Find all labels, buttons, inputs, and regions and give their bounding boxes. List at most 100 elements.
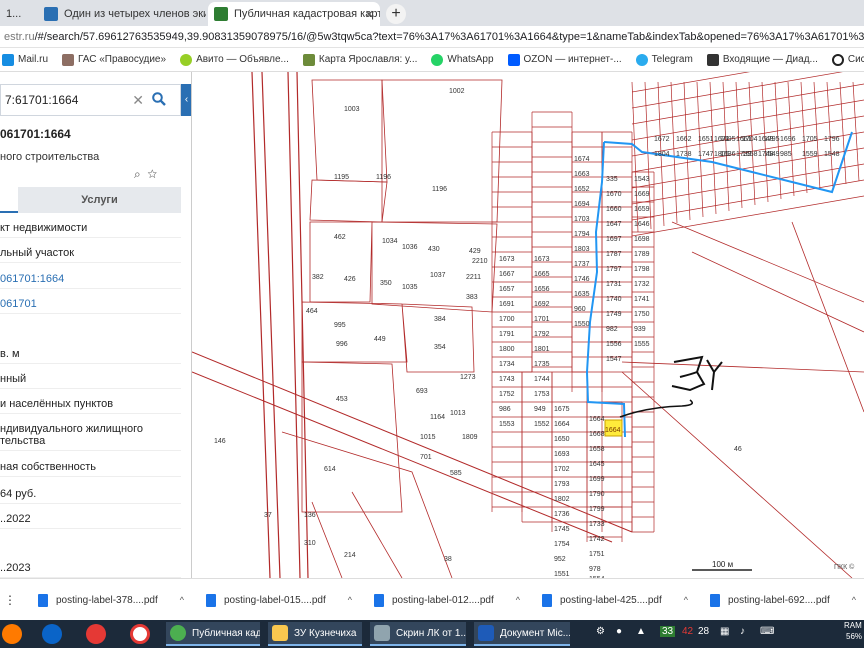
parcel-label: 1732 bbox=[634, 281, 650, 288]
tab-info[interactable] bbox=[0, 187, 18, 213]
parcel-label: 464 bbox=[306, 308, 318, 315]
tray-badge[interactable]: 42 bbox=[682, 626, 693, 637]
bookmark-telegram[interactable]: Telegram bbox=[635, 53, 693, 66]
parcel-label: 1789 bbox=[634, 251, 650, 258]
star-icon[interactable]: ☆ bbox=[147, 167, 157, 181]
parcel-label: 1804 bbox=[654, 151, 670, 158]
tray-badge[interactable]: 33 bbox=[660, 626, 676, 637]
firefox-icon[interactable] bbox=[2, 624, 22, 644]
yandex-icon[interactable] bbox=[86, 624, 106, 644]
cadastral-map[interactable]: 1664 ЗУ 10031002119511961196462103410364… bbox=[192, 72, 864, 578]
parcel-label: 37 bbox=[264, 512, 272, 519]
tray-badge[interactable]: 28 bbox=[698, 626, 709, 637]
tray-icon[interactable]: ● bbox=[616, 626, 622, 637]
diadoc-icon bbox=[706, 53, 719, 66]
parcel-label: 1737 bbox=[574, 261, 590, 268]
explorer-icon[interactable] bbox=[42, 624, 62, 644]
clear-icon[interactable]: ✕ bbox=[132, 85, 144, 115]
tab-services[interactable]: Услуги bbox=[18, 187, 181, 213]
parcel-label: 1555 bbox=[634, 341, 650, 348]
parcel-label: 350 bbox=[380, 280, 392, 287]
search-input[interactable]: 7:61701:1664 ✕ bbox=[0, 84, 181, 116]
parcel-label: 449 bbox=[374, 336, 386, 343]
chevron-up-icon[interactable]: ^ bbox=[348, 595, 352, 605]
property-row: ндивидуального жилищного тельства bbox=[0, 423, 181, 451]
chevron-up-icon[interactable]: ^ bbox=[516, 595, 520, 605]
parcel-label: 1003 bbox=[344, 106, 360, 113]
download-item[interactable]: posting-label-378....pdf ^ bbox=[38, 589, 184, 611]
parcel-label: 701 bbox=[420, 454, 432, 461]
tray-icon[interactable]: ▲ bbox=[636, 626, 646, 637]
bookmark-system[interactable]: Система управлен... bbox=[831, 53, 864, 66]
taskbar-button-word[interactable]: Документ Mic... bbox=[474, 622, 570, 646]
parcel-label: 1734 bbox=[499, 361, 515, 368]
map-copyright: ПКК © bbox=[834, 563, 855, 571]
more-icon[interactable]: ⋮ bbox=[4, 593, 18, 607]
parcel-label: 384 bbox=[434, 316, 446, 323]
url-host: estr.ru bbox=[4, 31, 35, 43]
search-value: 7:61701:1664 bbox=[5, 93, 79, 107]
parcel-label: 1659 bbox=[634, 206, 650, 213]
bookmark-avito[interactable]: Авито — Объявле... bbox=[180, 53, 289, 66]
chevron-up-icon[interactable]: ^ bbox=[852, 595, 856, 605]
download-item[interactable]: posting-label-015....pdf ^ bbox=[206, 589, 352, 611]
chevron-up-icon[interactable]: ^ bbox=[180, 595, 184, 605]
network-icon[interactable]: ▦ bbox=[720, 626, 729, 637]
cadastral-number-link[interactable]: 061701:1664 bbox=[0, 273, 181, 289]
parcel-label: 1549 bbox=[764, 151, 780, 158]
bookmark-label: WhatsApp bbox=[447, 54, 494, 65]
parcel-label: 986 bbox=[499, 406, 511, 413]
parcel-label: 693 bbox=[416, 388, 428, 395]
browser-tab[interactable]: Один из четырех членов экипа bbox=[38, 2, 206, 26]
map-icon bbox=[302, 53, 315, 66]
bookmark-yaroslavl-map[interactable]: Карта Ярославля: у... bbox=[302, 53, 417, 66]
browser-tab-active[interactable]: Публичная кадастровая карта ✕ bbox=[208, 2, 380, 26]
bookmark-diadoc[interactable]: Входящие — Диад... bbox=[706, 53, 818, 66]
yandex-browser-icon[interactable] bbox=[130, 624, 150, 644]
river-line bbox=[585, 141, 626, 438]
parcel-label: 982 bbox=[606, 326, 618, 333]
new-tab-button[interactable]: + bbox=[386, 4, 406, 24]
parcel-label: 1556 bbox=[606, 341, 622, 348]
parcel-label: 1652 bbox=[574, 186, 590, 193]
browser-tab[interactable]: 1... bbox=[0, 2, 36, 26]
taskbar-button-folder[interactable]: ЗУ Кузнечиха bbox=[268, 622, 362, 646]
bookmark-gas-pravosudie[interactable]: ГАС «Правосудие» bbox=[62, 53, 166, 66]
close-tab-icon[interactable]: ✕ bbox=[365, 8, 374, 21]
parcel-label: 995 bbox=[334, 322, 346, 329]
zoom-to-icon[interactable]: ⌕ bbox=[134, 167, 141, 181]
parcel-label: 1196 bbox=[432, 186, 447, 193]
parcel-label: 1673 bbox=[534, 256, 550, 263]
chevron-up-icon[interactable]: ^ bbox=[684, 595, 688, 605]
taskbar-button-paint[interactable]: Скрин ЛК от 1... bbox=[370, 622, 466, 646]
parcel-label: 1749 bbox=[606, 311, 622, 318]
bookmark-ozon[interactable]: OZON — интернет-... bbox=[507, 53, 622, 66]
download-item[interactable]: posting-label-012....pdf ^ bbox=[374, 589, 520, 611]
collapse-panel-button[interactable]: ‹ bbox=[181, 84, 191, 116]
pdf-icon bbox=[374, 593, 384, 607]
bookmark-whatsapp[interactable]: WhatsApp bbox=[431, 53, 494, 66]
word-icon bbox=[478, 625, 494, 641]
parcel-label: 1802 bbox=[554, 496, 570, 503]
parcel-label: 1809 bbox=[462, 434, 478, 441]
download-item[interactable]: posting-label-425....pdf ^ bbox=[542, 589, 688, 611]
quarter-link[interactable]: 061701 bbox=[0, 298, 181, 314]
download-item[interactable]: ⋮ bbox=[4, 589, 18, 611]
bookmark-mailru[interactable]: Mail.ru bbox=[2, 53, 48, 66]
parcel-label: 354 bbox=[434, 344, 446, 351]
property-row: кт недвижимости bbox=[0, 222, 181, 238]
search-icon[interactable] bbox=[152, 92, 166, 106]
site-icon bbox=[44, 7, 58, 21]
tray-icon[interactable]: ⚙ bbox=[596, 626, 605, 637]
pdf-icon bbox=[38, 593, 48, 607]
map-canvas[interactable]: 1664 ЗУ 10031002119511961196462103410364… bbox=[192, 72, 864, 578]
volume-icon[interactable]: ♪ bbox=[740, 626, 745, 637]
download-item[interactable]: posting-label-692....pdf ^ bbox=[710, 589, 856, 611]
address-bar[interactable]: estr.ru/#/search/57.69612763535949,39.90… bbox=[0, 26, 864, 48]
parcel-label: 1664 bbox=[554, 421, 570, 428]
taskbar-button-chrome[interactable]: Публичная кад... bbox=[166, 622, 260, 646]
parcel-label: 1801 bbox=[534, 346, 550, 353]
bookmark-label: Входящие — Диад... bbox=[722, 54, 818, 65]
downloads-bar: ⋮ posting-label-378....pdf ^ posting-labe… bbox=[0, 578, 864, 620]
keyboard-icon[interactable]: ⌨ bbox=[760, 626, 774, 637]
